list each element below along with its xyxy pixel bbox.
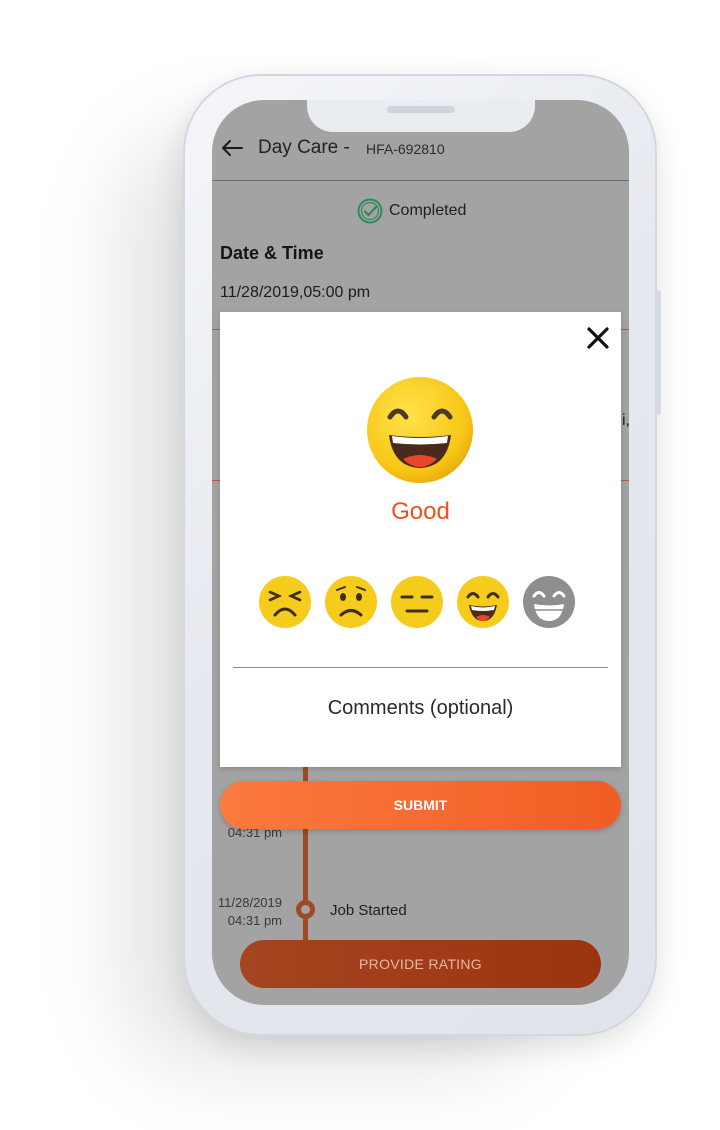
timeline-label: Job Started: [330, 902, 407, 919]
emoji-options: [258, 575, 578, 629]
divider: [233, 667, 608, 668]
side-button: [179, 360, 184, 422]
arrow-left-icon[interactable]: [220, 138, 244, 158]
excellent-face-icon[interactable]: [522, 575, 576, 629]
neutral-face-icon[interactable]: [390, 575, 444, 629]
timeline-dot: [296, 900, 315, 919]
comments-input[interactable]: Comments (optional): [220, 697, 621, 720]
side-button: [179, 210, 184, 250]
sad-face-icon[interactable]: [324, 575, 378, 629]
check-circle-icon: [357, 198, 383, 224]
partial-text: i,: [622, 412, 629, 429]
booking-code: HFA-692810: [366, 141, 445, 157]
status-label: Completed: [389, 202, 467, 219]
rating-dialog: Good Comments (optional): [220, 312, 621, 767]
timeline-date: 11/28/2019: [217, 895, 282, 910]
provide-rating-button[interactable]: PROVIDE RATING: [240, 940, 601, 988]
grinning-face-icon: [367, 377, 473, 483]
close-icon[interactable]: [584, 324, 612, 352]
side-button: [656, 290, 661, 415]
date-time-value: 11/28/2019,05:00 pm: [220, 284, 371, 301]
date-time-heading: Date & Time: [220, 243, 324, 263]
app-header: Day Care - HFA-692810: [212, 100, 629, 181]
timeline-time: 04:31 pm: [227, 913, 282, 928]
submit-button[interactable]: SUBMIT: [220, 781, 621, 829]
very-bad-face-icon[interactable]: [258, 575, 312, 629]
status-badge: Completed: [357, 198, 466, 224]
rating-label: Good: [391, 498, 450, 525]
page-title: Day Care -: [258, 137, 350, 158]
side-button: [179, 280, 184, 342]
happy-face-icon[interactable]: [456, 575, 510, 629]
